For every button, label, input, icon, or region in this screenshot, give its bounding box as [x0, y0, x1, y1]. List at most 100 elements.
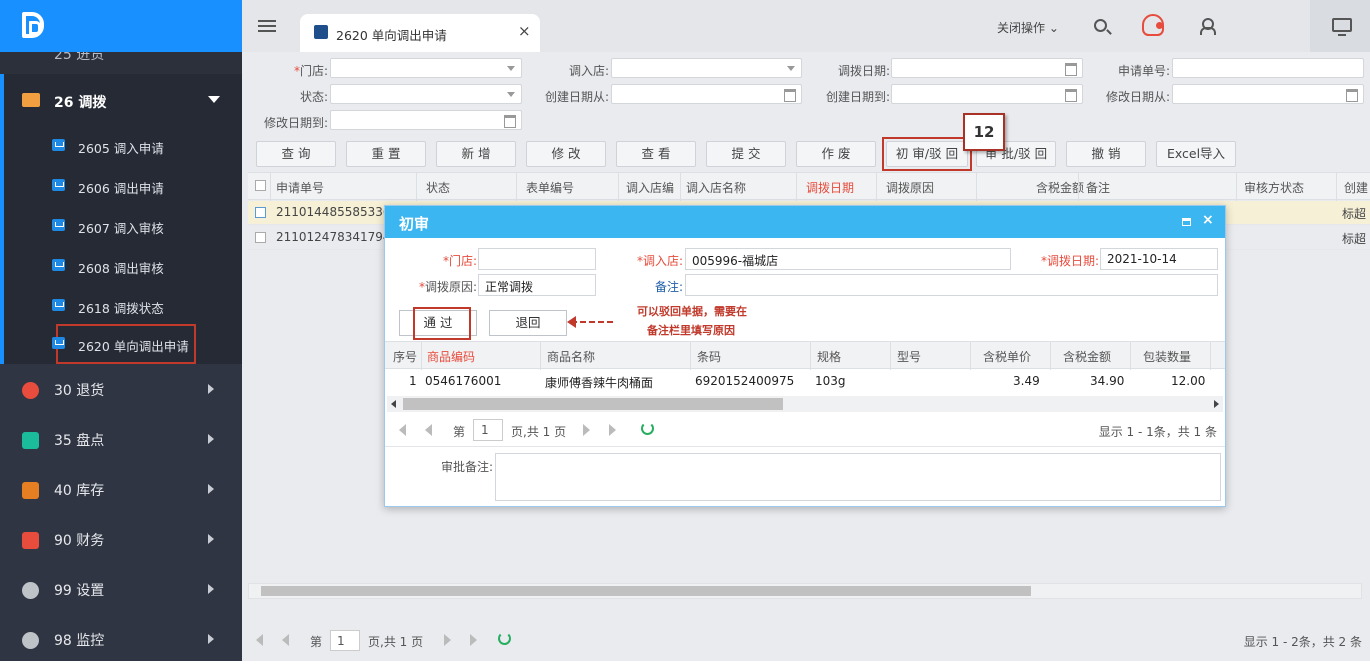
dialog-remark-input[interactable]: [685, 274, 1218, 296]
tab-2620[interactable]: 2620 单向调出申请 ×: [300, 14, 540, 52]
prev-page-icon[interactable]: [425, 424, 432, 436]
status-select[interactable]: [330, 84, 522, 104]
undo-button[interactable]: 撤 销: [1066, 141, 1146, 167]
in-store-select[interactable]: [611, 58, 802, 78]
excel-import-button[interactable]: Excel导入: [1156, 141, 1236, 167]
col-create[interactable]: 创建: [1344, 179, 1368, 196]
row-checkbox[interactable]: [255, 207, 266, 218]
dialog-horizontal-scrollbar[interactable]: [387, 396, 1223, 412]
apply-no-input[interactable]: [1172, 58, 1364, 78]
sidebar-item-25[interactable]: 25 进货: [0, 52, 242, 74]
col-apply-no[interactable]: 申请单号: [276, 179, 324, 196]
user-icon[interactable]: [1200, 18, 1216, 35]
refresh-icon[interactable]: [498, 632, 511, 645]
arrow-head-icon: [567, 316, 576, 328]
scroll-thumb[interactable]: [403, 398, 783, 410]
gear-icon: [22, 582, 39, 599]
query-button[interactable]: 查 询: [256, 141, 336, 167]
sidebar-item-2608[interactable]: 2608 调出审核: [4, 246, 242, 286]
edit-button[interactable]: 修 改: [526, 141, 606, 167]
add-button[interactable]: 新 增: [436, 141, 516, 167]
col-in-store-name[interactable]: 调入店名称: [686, 179, 746, 196]
create-from-label: 创建日期从:: [544, 90, 609, 104]
void-button[interactable]: 作 废: [796, 141, 876, 167]
bell-icon[interactable]: [1142, 14, 1164, 36]
grid-pager: 第 1 页,共 1 页 显示 1 - 2条，共 2 条: [248, 628, 1370, 654]
store-select[interactable]: [330, 58, 522, 78]
first-page-icon[interactable]: [256, 634, 263, 646]
create-to-input[interactable]: [891, 84, 1083, 104]
submit-button[interactable]: 提 交: [706, 141, 786, 167]
sidebar-item-2618[interactable]: 2618 调拨状态: [4, 286, 242, 326]
dialog-header: 初审 ×: [385, 206, 1225, 238]
next-page-icon[interactable]: [444, 634, 451, 646]
close-operations-dropdown[interactable]: 关闭操作 ⌄: [997, 19, 1059, 36]
col-transfer-date[interactable]: 调拨日期: [806, 179, 854, 196]
select-all-checkbox[interactable]: [255, 180, 266, 191]
transfer-date-input[interactable]: [891, 58, 1083, 78]
sidebar-item-2607[interactable]: 2607 调入审核: [4, 206, 242, 246]
grid-horizontal-scrollbar[interactable]: [248, 583, 1362, 599]
scroll-thumb[interactable]: [261, 586, 1031, 596]
col-transfer-reason[interactable]: 调拨原因: [886, 179, 934, 196]
page-input[interactable]: 1: [473, 419, 503, 441]
row-checkbox[interactable]: [255, 232, 266, 243]
sidebar-group-return[interactable]: 30 退货: [0, 365, 242, 415]
chevron-right-icon: [208, 484, 214, 494]
next-page-icon[interactable]: [583, 424, 590, 436]
sidebar-group-inventory-count[interactable]: 35 盘点: [0, 415, 242, 465]
sidebar: 25 进货 26 调拨 2605 调入申请 2606 调出申请 2607 调入审…: [0, 0, 242, 661]
create-from-input[interactable]: [611, 84, 802, 104]
scroll-left-icon[interactable]: [391, 400, 396, 408]
last-page-icon[interactable]: [470, 634, 477, 646]
annotation-note-line1: 可以驳回单据，需要在: [637, 305, 747, 318]
top-bar: 2620 单向调出申请 × 关闭操作 ⌄: [242, 0, 1370, 52]
dialog-reason-input[interactable]: 正常调拨: [478, 274, 596, 296]
modify-to-input[interactable]: [330, 110, 522, 130]
dialog-store-input[interactable]: [478, 248, 596, 270]
apply-no-label: 申请单号:: [1117, 64, 1170, 78]
sidebar-group-stock[interactable]: 40 库存: [0, 465, 242, 515]
view-button[interactable]: 查 看: [616, 141, 696, 167]
cart-icon: [52, 337, 65, 349]
col-in-store-code[interactable]: 调入店编: [626, 179, 674, 196]
col-form-no[interactable]: 表单编号: [526, 179, 574, 196]
sidebar-item-2606[interactable]: 2606 调出申请: [4, 166, 242, 206]
col-tax-amount[interactable]: 含税金额: [1036, 179, 1084, 196]
sidebar-group-transfer-header[interactable]: 26 调拨: [4, 74, 242, 126]
chevron-right-icon: [208, 434, 214, 444]
chevron-right-icon: [208, 634, 214, 644]
col-review-status[interactable]: 审核方状态: [1244, 179, 1304, 196]
search-icon[interactable]: [1094, 19, 1107, 32]
refresh-icon[interactable]: [641, 422, 654, 435]
sidebar-group-monitor[interactable]: 98 监控: [0, 615, 242, 665]
first-page-icon[interactable]: [399, 424, 406, 436]
monitor-icon[interactable]: [1332, 18, 1352, 36]
close-icon[interactable]: ×: [1202, 212, 1214, 228]
cart-icon: [52, 219, 65, 231]
scroll-right-icon[interactable]: [1214, 400, 1219, 408]
sidebar-item-2605[interactable]: 2605 调入申请: [4, 126, 242, 166]
last-page-icon[interactable]: [609, 424, 616, 436]
col-remark[interactable]: 备注: [1086, 179, 1110, 196]
dialog-pager: 第 1 页,共 1 页 显示 1 - 1条，共 1 条: [385, 418, 1225, 444]
close-icon[interactable]: ×: [518, 22, 531, 40]
approve-remark-textarea[interactable]: [495, 453, 1221, 501]
caret-down-icon: [208, 96, 220, 103]
reset-button[interactable]: 重 置: [346, 141, 426, 167]
hamburger-menu-icon[interactable]: [258, 20, 276, 22]
sidebar-group-finance[interactable]: 90 财务: [0, 515, 242, 565]
app-logo[interactable]: [0, 0, 242, 52]
prev-page-icon[interactable]: [282, 634, 289, 646]
sidebar-item-2620[interactable]: 2620 单向调出申请: [52, 324, 196, 364]
col-status[interactable]: 状态: [426, 179, 450, 196]
page-input[interactable]: 1: [330, 630, 360, 651]
maximize-icon[interactable]: [1182, 218, 1191, 226]
dialog-in-store-label: *调入店:: [636, 254, 683, 268]
dialog-date-input[interactable]: 2021-10-14: [1100, 248, 1218, 270]
return-button[interactable]: 退回: [489, 310, 567, 336]
dialog-in-store-input[interactable]: 005996-福城店: [685, 248, 1011, 270]
sidebar-group-settings[interactable]: 99 设置: [0, 565, 242, 615]
modify-from-input[interactable]: [1172, 84, 1364, 104]
annotation-highlight-first-review: [882, 137, 972, 171]
